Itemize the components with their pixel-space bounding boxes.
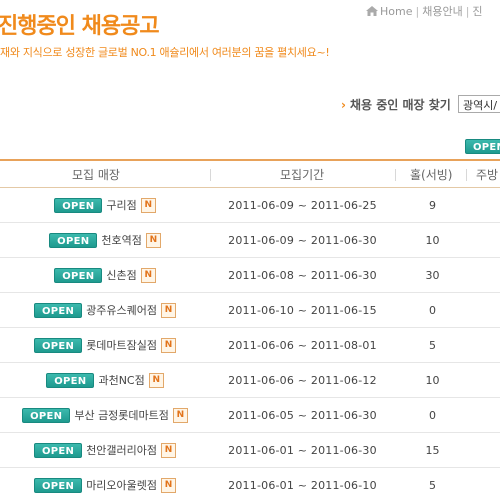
hall-count-cell: 30	[425, 269, 440, 282]
table-row[interactable]: OPEN 천안갤러리아점 N 2011-06-01 ~ 2011-06-30 15	[0, 433, 500, 468]
hall-count-cell: 0	[429, 409, 436, 422]
column-divider	[210, 169, 211, 181]
store-cell: OPEN 신촌점 N	[0, 267, 210, 283]
store-name-link[interactable]: 광주유스퀘어점	[86, 304, 157, 317]
page-title: 진행중인 채용공고	[0, 14, 160, 39]
store-name-link[interactable]: 천호역점	[101, 234, 141, 247]
table-row[interactable]: OPEN 신촌점 N 2011-06-08 ~ 2011-06-30 30	[0, 258, 500, 293]
table-header: 모집 매장 모집기간 홀(서빙) 주방	[0, 159, 500, 188]
period-cell: 2011-06-06 ~ 2011-08-01	[228, 339, 377, 352]
period-cell: 2011-06-01 ~ 2011-06-10	[228, 479, 377, 492]
new-badge: N	[140, 197, 156, 213]
new-badge: N	[145, 232, 161, 248]
arrow-icon: ›	[341, 98, 346, 112]
open-badge[interactable]: OPEN	[54, 197, 103, 213]
table-row[interactable]: OPEN 구리점 N 2011-06-09 ~ 2011-06-25 9	[0, 188, 500, 223]
hall-count-cell: 10	[425, 234, 440, 247]
store-cell: OPEN 롯데마트잠실점 N	[0, 337, 210, 353]
table-row[interactable]: OPEN 롯데마트잠실점 N 2011-06-06 ~ 2011-08-01 5	[0, 328, 500, 363]
table-row[interactable]: OPEN 부산 금정롯데마트점 N 2011-06-05 ~ 2011-06-30 0	[0, 398, 500, 433]
hall-count-cell: 10	[425, 374, 440, 387]
new-badge: N	[172, 407, 188, 423]
store-cell: OPEN 부산 금정롯데마트점 N	[0, 407, 210, 423]
breadcrumb-separator: |	[465, 5, 470, 18]
home-icon[interactable]	[366, 6, 378, 16]
new-badge: N	[161, 477, 177, 493]
open-badge[interactable]: OPEN	[33, 337, 83, 353]
open-legend: OPEN	[465, 135, 500, 154]
open-badge[interactable]: OPEN	[49, 232, 98, 248]
new-badge: N	[148, 372, 164, 388]
store-name-link[interactable]: 롯데마트잠실점	[86, 339, 157, 352]
period-cell: 2011-06-05 ~ 2011-06-30	[228, 409, 377, 422]
store-cell: OPEN 광주유스퀘어점 N	[0, 302, 210, 318]
new-badge: N	[140, 267, 156, 283]
store-finder-text: 채용 중인 매장 찾기	[349, 98, 451, 112]
table-row[interactable]: OPEN 과천NC점 N 2011-06-06 ~ 2011-06-12 10	[0, 363, 500, 398]
column-divider	[395, 169, 396, 181]
new-badge: N	[161, 442, 177, 458]
period-cell: 2011-06-09 ~ 2011-06-25	[228, 199, 377, 212]
hall-count-cell: 0	[429, 304, 436, 317]
store-name-link[interactable]: 과천NC점	[98, 374, 144, 387]
store-name-link[interactable]: 마리오아울렛점	[86, 479, 157, 492]
column-store: 모집 매장	[72, 168, 120, 182]
breadcrumb-current[interactable]: 진	[472, 5, 482, 18]
breadcrumb-recruit[interactable]: 채용안내	[422, 5, 462, 18]
store-cell: OPEN 구리점 N	[0, 197, 210, 213]
period-cell: 2011-06-10 ~ 2011-06-15	[228, 304, 377, 317]
store-name-link[interactable]: 신촌점	[106, 269, 136, 282]
period-cell: 2011-06-08 ~ 2011-06-30	[228, 269, 377, 282]
store-name-link[interactable]: 부산 금정롯데마트점	[74, 409, 169, 422]
table-row[interactable]: OPEN 마리오아울렛점 N 2011-06-01 ~ 2011-06-10 5	[0, 468, 500, 500]
store-cell: OPEN 과천NC점 N	[0, 372, 210, 388]
table-row[interactable]: OPEN 광주유스퀘어점 N 2011-06-10 ~ 2011-06-15 0	[0, 293, 500, 328]
hall-count-cell: 9	[429, 199, 436, 212]
breadcrumb-home[interactable]: Home	[380, 5, 412, 18]
hall-count-cell: 5	[429, 479, 436, 492]
page-subtitle: 재와 지식으로 성장한 글로벌 NO.1 애슐리에서 여러분의 꿈을 펼치세요~…	[0, 46, 330, 59]
store-cell: OPEN 천호역점 N	[0, 232, 210, 248]
job-table: 모집 매장 모집기간 홀(서빙) 주방 OPEN 구리점 N 2011-06-09 ~…	[0, 159, 500, 500]
period-cell: 2011-06-06 ~ 2011-06-12	[228, 374, 377, 387]
store-name-link[interactable]: 구리점	[106, 199, 136, 212]
open-badge[interactable]: OPEN	[22, 407, 71, 423]
period-cell: 2011-06-09 ~ 2011-06-30	[228, 234, 377, 247]
store-name-link[interactable]: 천안갤러리아점	[86, 444, 157, 457]
region-select[interactable]: 광역시/	[458, 95, 500, 113]
column-divider	[466, 169, 467, 181]
table-body: OPEN 구리점 N 2011-06-09 ~ 2011-06-25 9 OPEN 천호역점…	[0, 188, 500, 500]
open-badge[interactable]: OPEN	[33, 302, 83, 318]
store-cell: OPEN 마리오아울렛점 N	[0, 477, 210, 493]
new-badge: N	[161, 337, 177, 353]
open-badge: OPEN	[465, 139, 500, 154]
open-badge[interactable]: OPEN	[54, 267, 103, 283]
open-badge[interactable]: OPEN	[46, 372, 95, 388]
column-period: 모집기간	[280, 168, 325, 182]
open-badge[interactable]: OPEN	[33, 477, 83, 493]
period-cell: 2011-06-01 ~ 2011-06-30	[228, 444, 377, 457]
recruitment-page: 진행중인 채용공고 재와 지식으로 성장한 글로벌 NO.1 애슐리에서 여러분…	[0, 0, 500, 500]
store-cell: OPEN 천안갤러리아점 N	[0, 442, 210, 458]
open-badge[interactable]: OPEN	[33, 442, 83, 458]
breadcrumb: Home | 채용안내 | 진	[366, 3, 483, 19]
new-badge: N	[161, 302, 177, 318]
column-kitchen: 주방	[476, 168, 499, 182]
hall-count-cell: 15	[425, 444, 440, 457]
breadcrumb-separator: |	[415, 5, 420, 18]
hall-count-cell: 5	[429, 339, 436, 352]
column-hall: 홀(서빙)	[410, 168, 453, 182]
table-row[interactable]: OPEN 천호역점 N 2011-06-09 ~ 2011-06-30 10	[0, 223, 500, 258]
store-finder-label: › 채용 중인 매장 찾기	[341, 96, 451, 113]
